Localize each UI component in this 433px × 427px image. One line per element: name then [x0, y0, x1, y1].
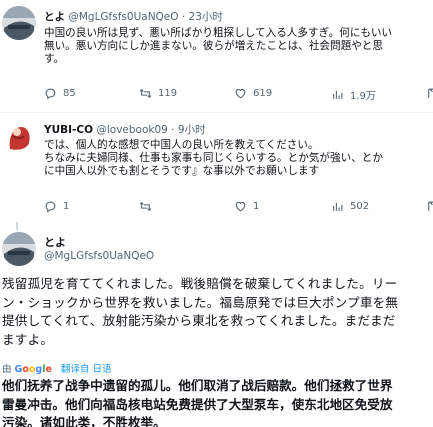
reply-count: 85 — [63, 88, 76, 99]
reply-count: 1 — [63, 201, 70, 212]
retweet-icon — [139, 87, 152, 100]
thread-line — [16, 222, 18, 230]
author-name[interactable]: とよ — [44, 234, 66, 250]
views-icon — [331, 88, 344, 101]
views-count: 1.9万 — [350, 91, 376, 102]
retweet-count: 119 — [158, 88, 178, 99]
views-icon — [331, 200, 344, 213]
heart-icon — [234, 200, 247, 213]
tweet-text-line: す。 — [44, 53, 65, 65]
avatar[interactable] — [2, 119, 36, 153]
reply-button[interactable]: 1 — [44, 200, 69, 213]
tweet-1[interactable]: とよ @MgLGfsfs0UaNQeO · 23小时 中国の良い所は見ず、悪い所… — [0, 0, 433, 112]
translation-line: 他们抚养了战争中遗留的孤儿。他们取消了战后赔款。他们拯救了世界 — [2, 378, 393, 393]
share-button[interactable] — [426, 200, 433, 213]
tweet-text-line: ン・ショックから世界を救いました。福島原発では巨大ポンプ車を無 — [2, 294, 399, 310]
translation-text: 他们抚养了战争中遗留的孤儿。他们取消了战后赔款。他们拯救了世界 雷曼冲击。他们向… — [2, 377, 433, 427]
avatar[interactable] — [2, 232, 36, 266]
translated-prefix: 由 — [2, 364, 12, 375]
tweet-actions: 1 1 502 — [44, 200, 433, 214]
author-name[interactable]: YUBI-CO — [44, 124, 93, 136]
heart-icon — [234, 87, 247, 100]
like-count: 619 — [253, 88, 273, 99]
like-button[interactable]: 1 — [234, 200, 259, 213]
tweet-text-line: 中国の良い所は見ず、悪い所ばかり粗探しして入る人多すぎ。何にもいい — [44, 27, 393, 39]
tweet-text-line: 無い。悪い方向にしか進まない。彼らが増えたことは、社会問題やと思 — [44, 40, 383, 52]
tweet-text-line: 提供してくれて、放射能汚染から東北を救ってくれました。まだまだ — [2, 313, 396, 328]
retweet-button[interactable] — [139, 200, 158, 213]
tweet-actions: 85 119 619 1.9万 — [44, 87, 433, 102]
translation-source-link[interactable]: 翻译自 日语 — [61, 364, 112, 375]
tweet-2[interactable]: YUBI-CO @lovebook09 · 9小时 では、個人的な感想で中国人の… — [0, 113, 433, 221]
share-button[interactable] — [426, 87, 433, 100]
reply-icon — [44, 200, 57, 213]
reply-button[interactable]: 85 — [44, 87, 76, 100]
tweet-text: 中国の良い所は見ず、悪い所ばかり粗探しして入る人多すぎ。何にもいい 無い。悪い方… — [44, 27, 433, 66]
tweet-text: では、個人的な感想で中国人の良い所を教えてください。 ちなみに夫婦同様、仕事も家… — [44, 139, 433, 178]
translated-by: 由 Google 翻译自 日语 — [2, 361, 112, 375]
like-button[interactable]: 619 — [234, 87, 272, 100]
author-meta[interactable]: @lovebook09 · 9小时 — [96, 124, 205, 136]
views-count: 502 — [350, 201, 370, 212]
views-button[interactable]: 1.9万 — [331, 87, 376, 102]
translation-line: 雷曼冲击。他们向福岛核电站免费提供了大型泵车，使东北地区免受放 — [2, 396, 393, 412]
author-meta[interactable]: @MgLGfsfs0UaNQeO · 23小时 — [68, 11, 223, 23]
translation-line: 污染。诸如此类，不胜枚举。 — [2, 415, 166, 427]
avatar[interactable] — [2, 6, 36, 40]
author-handle[interactable]: @MgLGfsfs0UaNQeO — [44, 250, 154, 262]
tweet-text-line: ちなみに夫婦同様、仕事も家事も同じくらいする。とか気が強い、とか — [44, 152, 383, 164]
tweet-text-line: では、個人的な感想で中国人の良い所を教えてください。 — [44, 139, 319, 151]
retweet-button[interactable]: 119 — [139, 87, 177, 100]
tweet-text-line: に中国人以外でも割とそうです』な事以外でお願いします — [44, 165, 320, 177]
google-logo: Google — [14, 364, 52, 375]
share-icon — [426, 200, 433, 213]
tweet-header: とよ @MgLGfsfs0UaNQeO · 23小时 — [44, 9, 223, 24]
author-name[interactable]: とよ — [44, 11, 65, 23]
like-count: 1 — [253, 201, 260, 212]
views-button[interactable]: 502 — [331, 200, 369, 213]
retweet-icon — [139, 200, 152, 213]
tweet-text: 残留孤児を育ててくれました。戦後賠償を破棄してくれました。リー ン・ショックから… — [2, 275, 433, 349]
tweet-text-line: 残留孤児を育ててくれました。戦後賠償を破棄してくれました。リー — [2, 276, 398, 291]
tweet-text-line: ますよ。 — [2, 331, 54, 347]
tweet-header: YUBI-CO @lovebook09 · 9小时 — [44, 122, 206, 137]
reply-icon — [44, 87, 57, 100]
share-icon — [426, 87, 433, 100]
